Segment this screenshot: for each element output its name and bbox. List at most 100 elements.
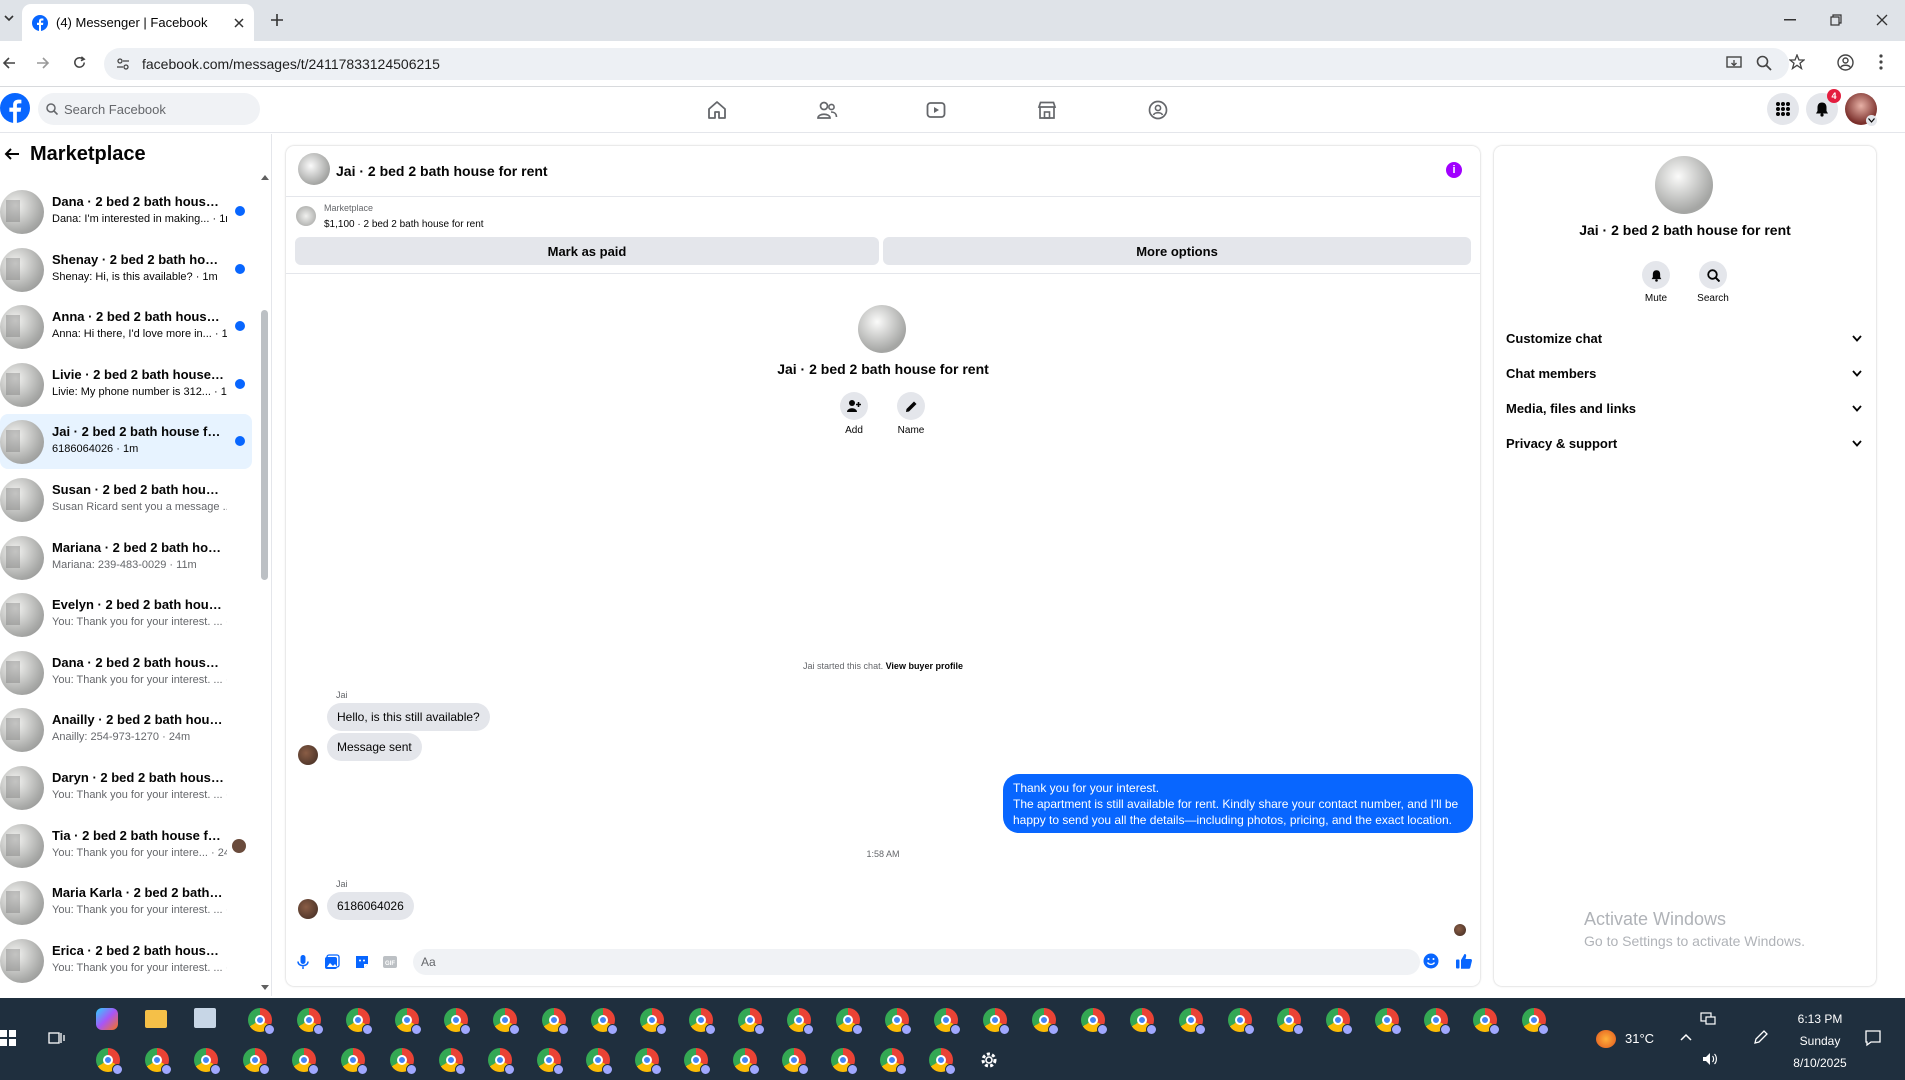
chrome-window-icon[interactable]: [880, 1048, 907, 1075]
outgoing-message[interactable]: Thank you for your interest. The apartme…: [1003, 774, 1473, 833]
chat-profile-avatar[interactable]: [858, 305, 906, 353]
weather-temperature[interactable]: 31°C: [1625, 1031, 1654, 1046]
tab-search-chevron-icon[interactable]: [4, 13, 14, 23]
chrome-window-icon[interactable]: [831, 1048, 858, 1075]
network-icon[interactable]: [1700, 1012, 1716, 1026]
close-tab-icon[interactable]: [234, 17, 244, 28]
forward-icon[interactable]: [36, 56, 50, 70]
media-files-links-row[interactable]: Media, files and links: [1506, 393, 1866, 423]
chrome-window-icon[interactable]: [689, 1008, 716, 1035]
customize-chat-row[interactable]: Customize chat: [1506, 323, 1866, 353]
sidebar-scrollbar[interactable]: [260, 175, 268, 990]
incoming-message[interactable]: 6186064026: [327, 892, 414, 920]
more-options-button[interactable]: More options: [883, 237, 1471, 265]
taskbar-clock[interactable]: 6:13 PM Sunday 8/10/2025: [1770, 1008, 1870, 1074]
chrome-window-icon[interactable]: [341, 1048, 368, 1075]
listing-thumbnail[interactable]: [296, 206, 316, 226]
view-buyer-profile-link[interactable]: View buyer profile: [886, 661, 963, 671]
conversation-info-icon[interactable]: i: [1446, 162, 1462, 178]
menu-grid-button[interactable]: [1767, 93, 1799, 125]
like-thumb-icon[interactable]: [1455, 952, 1473, 970]
sidebar-conversation-item[interactable]: Anailly · 2 bed 2 bath house for ... Anai…: [0, 702, 252, 757]
listing-price[interactable]: $1,100 · 2 bed 2 bath house for rent: [324, 219, 484, 230]
incoming-message[interactable]: Hello, is this still available?: [327, 703, 490, 731]
chrome-window-icon[interactable]: [640, 1008, 667, 1035]
bookmark-star-icon[interactable]: [1789, 54, 1805, 70]
privacy-support-row[interactable]: Privacy & support: [1506, 428, 1866, 458]
chrome-window-icon[interactable]: [1326, 1008, 1353, 1035]
app-store-icon[interactable]: [194, 1008, 216, 1028]
scroll-up-icon[interactable]: [261, 174, 269, 180]
sidebar-conversation-item[interactable]: Anna · 2 bed 2 bath house for... Anna: Hi…: [0, 299, 252, 354]
notification-center-icon[interactable]: [1864, 1029, 1882, 1047]
chrome-window-icon[interactable]: [635, 1048, 662, 1075]
tray-chevron-up-icon[interactable]: [1680, 1033, 1692, 1041]
sidebar-conversation-item[interactable]: Dana · 2 bed 2 bath house for r...You: T…: [0, 645, 252, 700]
voice-clip-icon[interactable]: [297, 954, 309, 970]
chat-members-row[interactable]: Chat members: [1506, 358, 1866, 388]
zoom-icon[interactable]: [1756, 55, 1772, 71]
chrome-window-icon[interactable]: [194, 1048, 221, 1075]
minimize-window-icon[interactable]: [1784, 19, 1796, 21]
install-app-icon[interactable]: [1726, 55, 1742, 71]
sidebar-conversation-item[interactable]: Susan · 2 bed 2 bath house for r... Susan…: [0, 472, 252, 527]
sticker-icon[interactable]: [354, 954, 370, 970]
chrome-window-icon[interactable]: [1375, 1008, 1402, 1035]
sidebar-conversation-item[interactable]: Tia · 2 bed 2 bath house for r... You: Th…: [0, 818, 252, 873]
message-input[interactable]: Aa: [413, 949, 1420, 975]
add-people-button[interactable]: [840, 392, 868, 420]
settings-gear-icon[interactable]: [979, 1050, 999, 1070]
chat-header-avatar[interactable]: [298, 153, 330, 185]
chrome-window-icon[interactable]: [782, 1048, 809, 1075]
chrome-window-icon[interactable]: [1130, 1008, 1157, 1035]
address-bar[interactable]: facebook.com/messages/t/2411783312450621…: [104, 48, 1789, 80]
sender-avatar[interactable]: [298, 899, 318, 919]
back-arrow-icon[interactable]: [4, 146, 20, 162]
nav-video-icon[interactable]: [922, 96, 950, 124]
new-tab-icon[interactable]: [270, 13, 284, 27]
scroll-down-icon[interactable]: [261, 985, 269, 991]
sidebar-conversation-item[interactable]: Daryn · 2 bed 2 bath house for ... You: T…: [0, 760, 252, 815]
emoji-icon[interactable]: [1423, 953, 1439, 969]
volume-icon[interactable]: [1702, 1052, 1718, 1066]
sidebar-conversation-item[interactable]: Maria Karla · 2 bed 2 bath hous... You: T…: [0, 875, 252, 930]
chrome-window-icon[interactable]: [145, 1048, 172, 1075]
chrome-window-icon[interactable]: [542, 1008, 569, 1035]
copilot-icon[interactable]: [96, 1008, 118, 1030]
sidebar-conversation-item[interactable]: Jai · 2 bed 2 bath house for rent 6186064…: [0, 414, 252, 469]
site-info-icon[interactable]: [116, 57, 130, 71]
weather-icon[interactable]: [1596, 1030, 1616, 1048]
profile-icon[interactable]: [1837, 54, 1854, 71]
browser-menu-icon[interactable]: [1879, 54, 1883, 70]
chrome-window-icon[interactable]: [439, 1048, 466, 1075]
chrome-window-icon[interactable]: [787, 1008, 814, 1035]
close-window-icon[interactable]: [1876, 14, 1888, 26]
details-avatar[interactable]: [1655, 156, 1713, 214]
windows-start-icon[interactable]: [0, 1030, 16, 1046]
search-in-chat-button[interactable]: [1699, 261, 1727, 289]
chrome-window-icon[interactable]: [292, 1048, 319, 1075]
chrome-window-icon[interactable]: [1081, 1008, 1108, 1035]
chrome-window-icon[interactable]: [243, 1048, 270, 1075]
nav-groups-icon[interactable]: [1144, 96, 1172, 124]
chrome-window-icon[interactable]: [96, 1048, 123, 1075]
file-explorer-icon[interactable]: [145, 1010, 167, 1028]
sidebar-conversation-item[interactable]: Mariana · 2 bed 2 bath house fo... Marian…: [0, 530, 252, 585]
gif-icon[interactable]: GIF: [382, 954, 398, 970]
chrome-window-icon[interactable]: [934, 1008, 961, 1035]
chrome-window-icon[interactable]: [836, 1008, 863, 1035]
facebook-logo-icon[interactable]: [0, 93, 30, 123]
sidebar-conversation-item[interactable]: Evelyn · 2 bed 2 bath house for ... You: …: [0, 587, 252, 642]
chrome-window-icon[interactable]: [1277, 1008, 1304, 1035]
sender-avatar[interactable]: [298, 745, 318, 765]
chrome-window-icon[interactable]: [390, 1048, 417, 1075]
chrome-window-icon[interactable]: [488, 1048, 515, 1075]
facebook-search-input[interactable]: Search Facebook: [38, 93, 260, 125]
chrome-window-icon[interactable]: [1179, 1008, 1206, 1035]
chrome-window-icon[interactable]: [537, 1048, 564, 1075]
mark-as-paid-button[interactable]: Mark as paid: [295, 237, 879, 265]
nav-home-icon[interactable]: [703, 96, 731, 124]
chrome-window-icon[interactable]: [395, 1008, 422, 1035]
chrome-window-icon[interactable]: [444, 1008, 471, 1035]
chrome-window-icon[interactable]: [1522, 1008, 1549, 1035]
